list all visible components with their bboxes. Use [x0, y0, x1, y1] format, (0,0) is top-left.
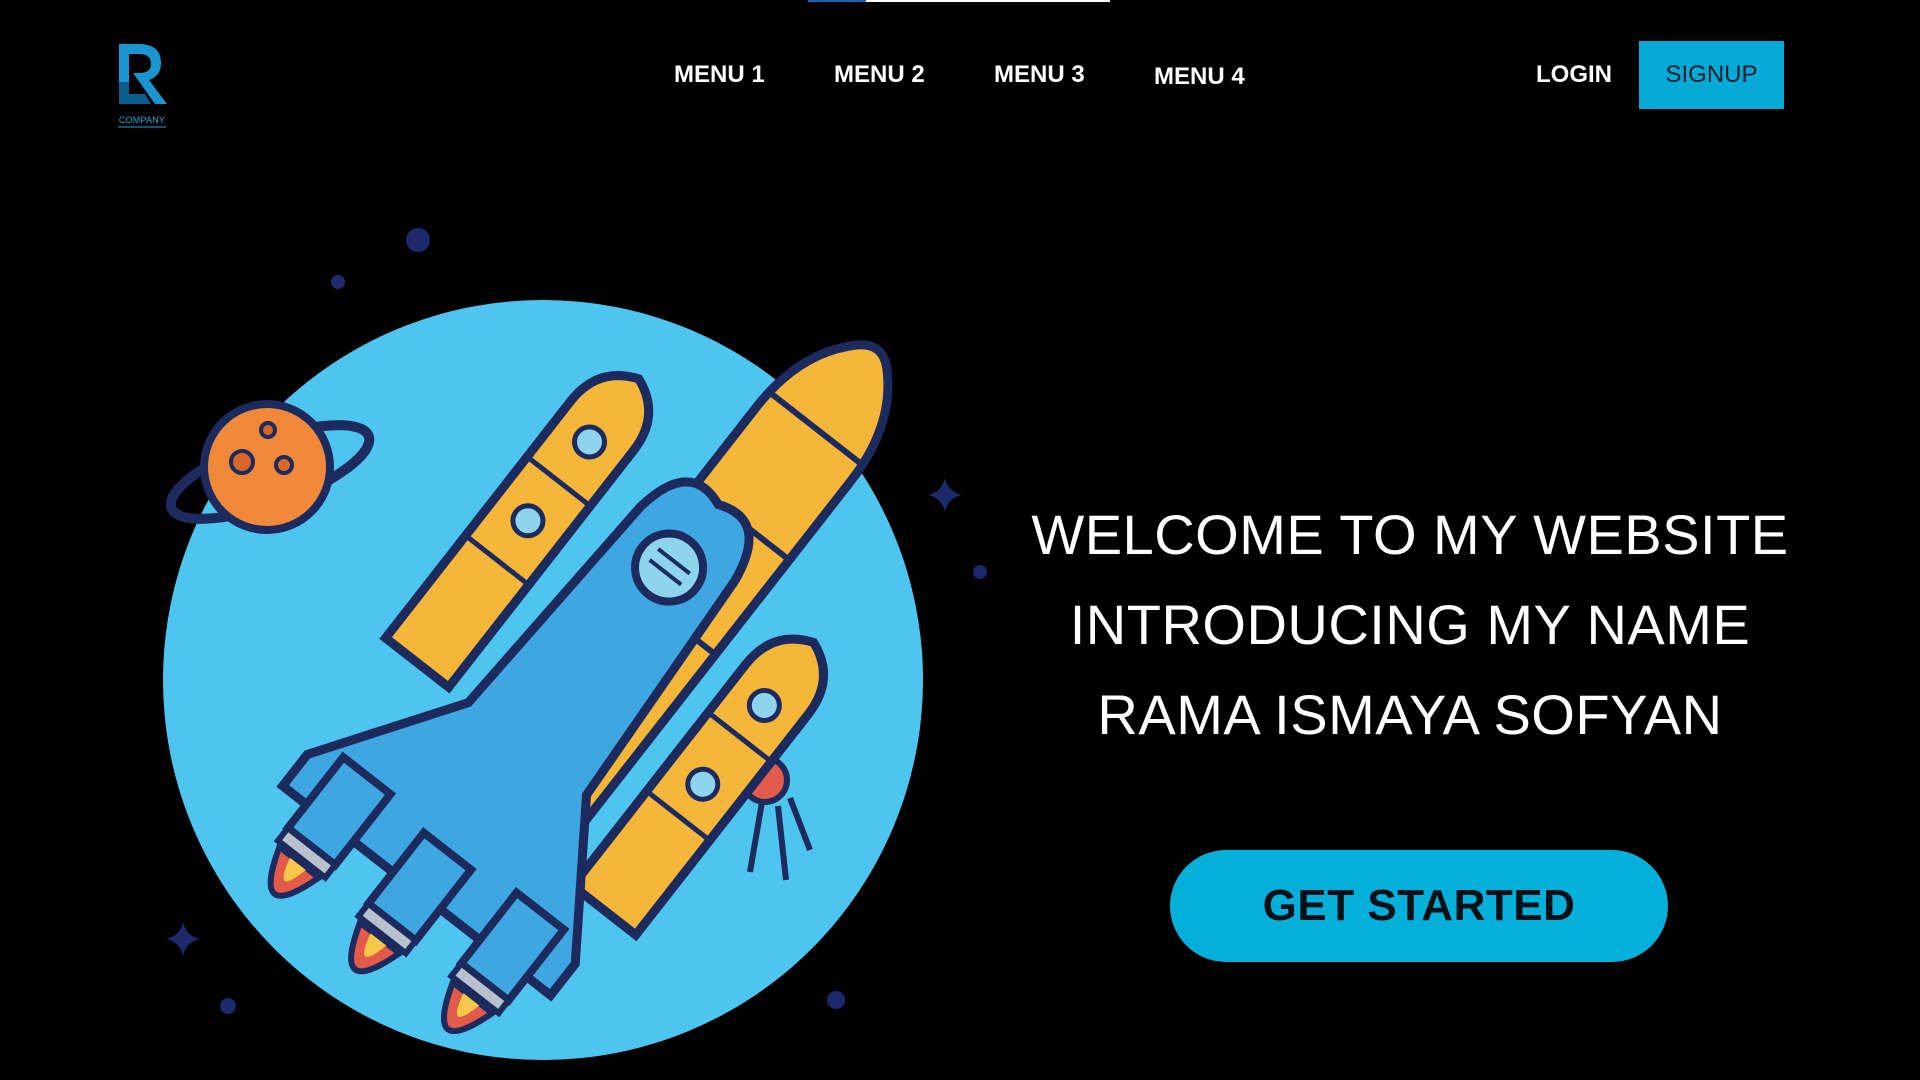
hero-line-name: RAMA ISMAYA SOFYAN — [1097, 683, 1723, 746]
nav-item-menu-1[interactable]: MENU 1 — [674, 60, 765, 90]
sparkle-star-icon — [166, 922, 200, 956]
page-progress-bar — [808, 0, 1110, 2]
logo-tagline-bar — [118, 126, 166, 128]
sparkle-star-icon — [928, 478, 962, 512]
landing-page: COMPANY MENU 1 MENU 2 MENU 3 MENU 4 LOGI… — [0, 0, 1920, 1080]
star-dot-icon — [220, 998, 236, 1014]
star-dot-icon — [973, 565, 987, 579]
star-dot-icon — [331, 275, 345, 289]
star-dot-icon — [406, 228, 430, 252]
get-started-button[interactable]: GET STARTED — [1170, 850, 1668, 962]
logo-brand-name: COMPANY — [118, 115, 166, 125]
nav-item-menu-3[interactable]: MENU 3 — [994, 60, 1085, 90]
page-progress-fill — [808, 0, 866, 2]
hero-line-welcome: WELCOME TO MY WEBSITE — [1031, 503, 1789, 566]
star-dot-icon — [827, 991, 845, 1009]
hero-heading: WELCOME TO MY WEBSITE INTRODUCING MY NAM… — [1000, 490, 1820, 760]
signup-button[interactable]: SIGNUP — [1639, 41, 1784, 109]
main-nav: MENU 1 MENU 2 MENU 3 MENU 4 — [0, 60, 1920, 90]
nav-item-menu-4[interactable]: MENU 4 — [1154, 62, 1245, 92]
nav-item-menu-2[interactable]: MENU 2 — [834, 60, 925, 90]
login-link[interactable]: LOGIN — [1536, 60, 1612, 90]
hero-line-introducing: INTRODUCING MY NAME — [1069, 593, 1751, 656]
rocket-illustration — [163, 228, 987, 1060]
